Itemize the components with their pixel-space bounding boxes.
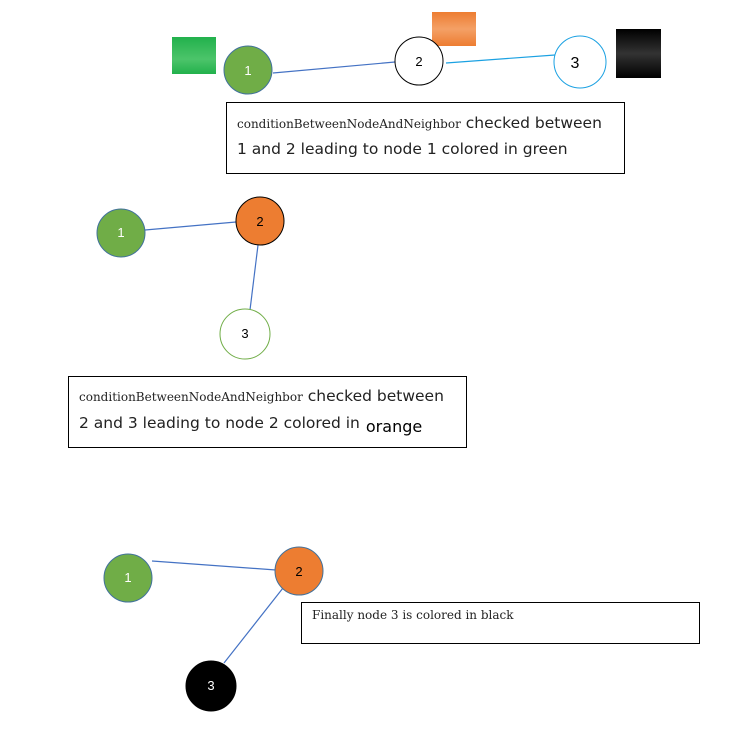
code-term: conditionBetweenNodeAndNeighbor xyxy=(237,117,461,131)
caption-highlight: orange xyxy=(365,417,423,436)
p1-node-1: 1 xyxy=(223,45,273,95)
caption-text: Finally node 3 is colored in black xyxy=(312,608,514,622)
caption-step-1: conditionBetweenNodeAndNeighbor checked … xyxy=(226,102,625,174)
svg-text:3: 3 xyxy=(241,326,248,341)
caption-step-3: Finally node 3 is colored in black xyxy=(301,602,700,644)
edge-2-3 xyxy=(249,244,259,311)
p2-node-2: 2 xyxy=(235,196,285,246)
p1-node-2: 2 xyxy=(394,36,444,86)
edge-1-2 xyxy=(144,221,237,231)
svg-text:3: 3 xyxy=(207,678,214,693)
orange-color-swatch xyxy=(432,12,476,46)
svg-text:2: 2 xyxy=(415,54,422,69)
p3-node-1: 1 xyxy=(103,553,153,603)
svg-text:1: 1 xyxy=(117,225,124,240)
p2-node-1: 1 xyxy=(96,208,146,258)
p3-node-2: 2 xyxy=(274,546,324,596)
svg-text:3: 3 xyxy=(571,55,580,72)
svg-text:2: 2 xyxy=(295,564,302,579)
caption-step-2: conditionBetweenNodeAndNeighbor checked … xyxy=(68,376,467,448)
svg-text:1: 1 xyxy=(124,570,131,585)
p2-node-3: 3 xyxy=(219,308,271,360)
black-color-swatch xyxy=(616,29,661,78)
green-color-swatch xyxy=(172,37,216,74)
edge-1-2 xyxy=(151,560,277,571)
edge-1-2 xyxy=(272,61,396,74)
edge-2-3 xyxy=(223,587,284,664)
code-term: conditionBetweenNodeAndNeighbor xyxy=(79,390,303,404)
p3-node-3: 3 xyxy=(185,660,237,712)
p1-node-3: 3 xyxy=(553,35,607,89)
svg-text:2: 2 xyxy=(256,214,263,229)
svg-text:1: 1 xyxy=(244,63,251,78)
edge-2-3 xyxy=(445,54,556,64)
